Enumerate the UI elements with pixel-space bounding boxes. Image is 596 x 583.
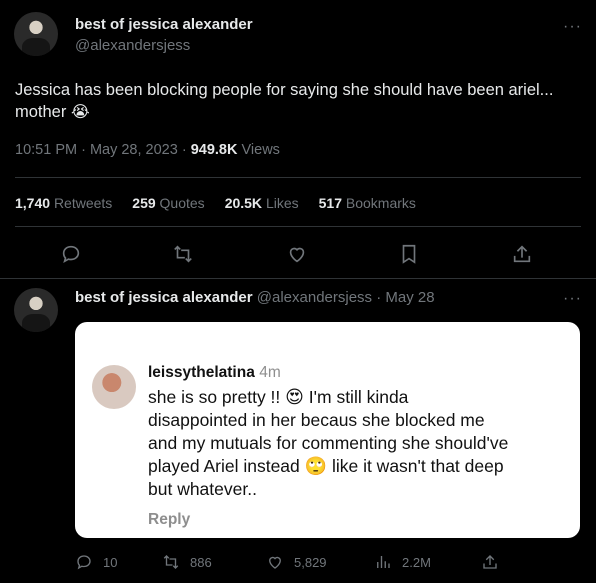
bookmark-icon[interactable] — [398, 243, 420, 265]
tweet-text: Jessica has been blocking people for say… — [15, 79, 585, 123]
commenter-avatar — [92, 365, 136, 409]
reply-action-views[interactable]: 2.2M — [374, 553, 431, 571]
comment-text-part: I'm still kinda — [308, 387, 409, 407]
author-handle[interactable]: @alexandersjess — [75, 37, 190, 54]
comment-text-part: played Ariel instead — [148, 456, 300, 476]
reply-author-name[interactable]: best of jessica alexander — [75, 289, 253, 306]
heart-eyes-emoji: 😍 — [285, 387, 304, 407]
author-avatar[interactable] — [14, 12, 58, 56]
stat-quotes[interactable]: 259 Quotes — [132, 195, 204, 211]
more-options-button[interactable]: ··· — [563, 18, 582, 36]
retweet-icon[interactable] — [172, 243, 194, 265]
retweet-icon — [162, 553, 180, 571]
like-icon — [266, 553, 284, 571]
divider — [0, 278, 596, 279]
reply-author-avatar[interactable] — [14, 288, 58, 332]
reply-author-handle[interactable]: @alexandersjess · May 28 — [257, 289, 435, 306]
reply-icon[interactable] — [60, 243, 82, 265]
share-icon[interactable] — [511, 243, 533, 265]
stat-bookmarks[interactable]: 517 Bookmarks — [319, 195, 416, 211]
stat-count: 1,740 — [15, 195, 51, 211]
embedded-image-card[interactable]: leissythelatina 4m she is so pretty !! 😍… — [75, 322, 580, 538]
stat-label: Bookmarks — [345, 195, 416, 211]
tweet-timestamp[interactable]: 10:51 PM · May 28, 2023 · — [15, 142, 187, 158]
retweet-count: 886 — [190, 554, 212, 570]
stat-label: Likes — [265, 195, 299, 211]
views-icon — [374, 553, 392, 571]
tweet-text-content: Jessica has been blocking people for say… — [15, 81, 554, 121]
comment-line: she is so pretty !! 😍 I'm still kinda — [148, 386, 568, 409]
views-count: 949.8K — [190, 142, 238, 158]
comment-line: disappointed in her becaus she blocked m… — [148, 410, 485, 430]
reply-action-replies[interactable]: 10 — [75, 553, 117, 571]
stat-likes[interactable]: 20.5K Likes — [225, 195, 299, 211]
commenter-header: leissythelatina 4m — [148, 364, 281, 382]
commenter-username: leissythelatina — [148, 364, 255, 381]
comment-text: she is so pretty !! 😍 I'm still kinda di… — [148, 386, 568, 501]
stat-label: Retweets — [53, 195, 113, 211]
views-label: Views — [241, 142, 280, 158]
reply-action-likes[interactable]: 5,829 — [266, 553, 327, 571]
comment-time: 4m — [259, 364, 281, 381]
comment-reply-button: Reply — [148, 511, 191, 528]
author-name[interactable]: best of jessica alexander — [75, 16, 253, 33]
tweet-meta: 10:51 PM · May 28, 2023 · 949.8K Views — [15, 142, 280, 158]
divider — [15, 226, 581, 227]
reply-count: 10 — [103, 554, 118, 570]
comment-line: played Ariel instead 🙄 like it wasn't th… — [148, 455, 568, 478]
stat-label: Quotes — [159, 195, 205, 211]
comment-line: but whatever.. — [148, 479, 257, 499]
comment-text-part: like it wasn't that deep — [331, 456, 504, 476]
divider — [15, 177, 581, 178]
stat-retweets[interactable]: 1,740 Retweets — [15, 195, 112, 211]
share-icon[interactable] — [481, 553, 499, 571]
reply-icon — [75, 553, 93, 571]
views-count: 2.2M — [402, 554, 431, 570]
loudly-crying-emoji: 😭 — [70, 104, 90, 121]
like-icon[interactable] — [286, 243, 308, 265]
stat-count: 20.5K — [224, 195, 263, 211]
reply-more-options-button[interactable]: ··· — [563, 290, 582, 308]
reply-action-retweets[interactable]: 886 — [162, 553, 212, 571]
stat-count: 259 — [132, 195, 156, 211]
like-count: 5,829 — [294, 554, 327, 570]
comment-line: and my mutuals for commenting she should… — [148, 433, 509, 453]
stat-count: 517 — [318, 195, 342, 211]
eye-roll-emoji: 🙄 — [304, 456, 328, 476]
comment-text-part: she is so pretty !! — [148, 387, 281, 407]
reply-header: best of jessica alexander @alexandersjes… — [75, 289, 435, 306]
tweet-stats: 1,740 Retweets 259 Quotes 20.5K Likes 51… — [15, 195, 416, 211]
